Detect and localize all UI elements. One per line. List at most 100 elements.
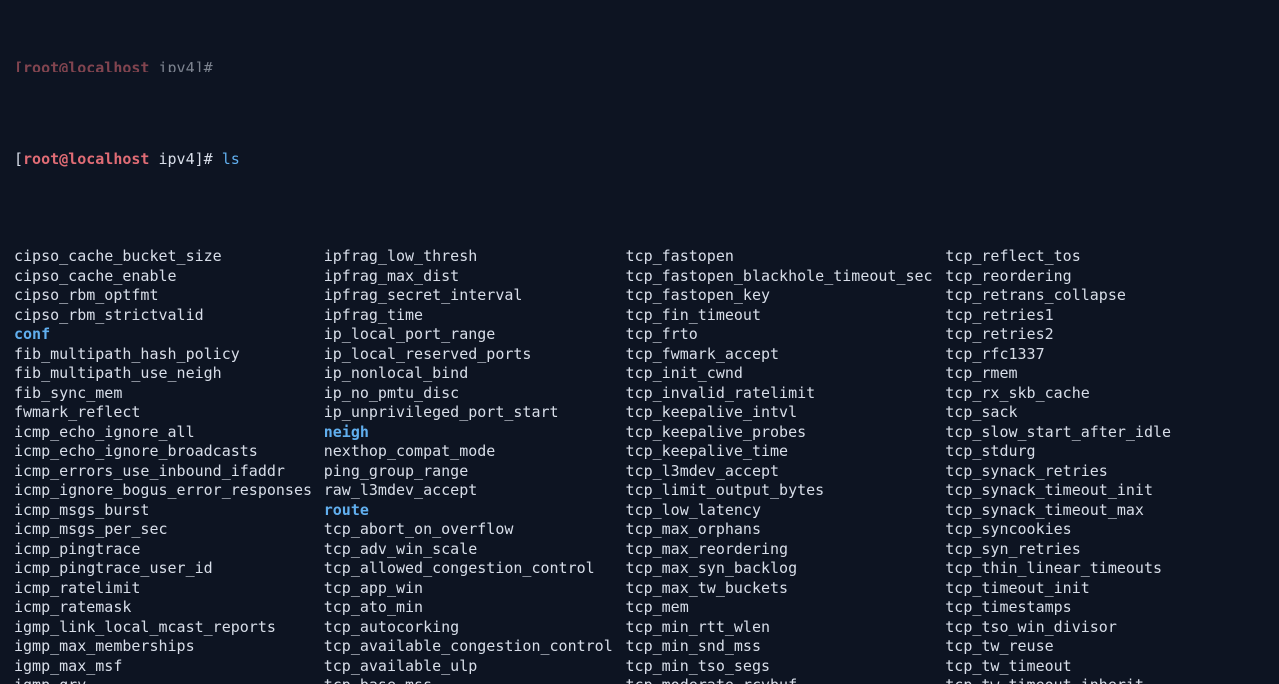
listing-row: igmp_qrvtcp_base_msstcp_moderate_rcvbuft… <box>14 676 1265 684</box>
file-entry: tcp_synack_timeout_max <box>945 501 1265 521</box>
file-entry: tcp_keepalive_time <box>626 442 946 462</box>
file-entry: icmp_ratelimit <box>14 579 324 599</box>
file-entry: ipfrag_max_dist <box>324 267 626 287</box>
file-entry: tcp_max_reordering <box>626 540 946 560</box>
file-entry: tcp_tso_win_divisor <box>945 618 1265 638</box>
file-entry: fib_multipath_use_neigh <box>14 364 324 384</box>
file-entry: icmp_errors_use_inbound_ifaddr <box>14 462 324 482</box>
file-entry: ip_unprivileged_port_start <box>324 403 626 423</box>
file-entry: icmp_echo_ignore_all <box>14 423 324 443</box>
file-entry: tcp_low_latency <box>626 501 946 521</box>
file-entry: tcp_reflect_tos <box>945 247 1265 267</box>
listing-row: icmp_echo_ignore_broadcastsnexthop_compa… <box>14 442 1265 462</box>
file-entry: ip_local_reserved_ports <box>324 345 626 365</box>
file-entry: cipso_rbm_optfmt <box>14 286 324 306</box>
listing-row: cipso_rbm_strictvalidipfrag_timetcp_fin_… <box>14 306 1265 326</box>
file-entry: tcp_mem <box>626 598 946 618</box>
file-entry: tcp_retries2 <box>945 325 1265 345</box>
file-entry: icmp_msgs_burst <box>14 501 324 521</box>
prompt-line: [root@localhost ipv4]# ls <box>14 150 1265 170</box>
file-entry: tcp_tw_timeout <box>945 657 1265 677</box>
listing-row: fib_sync_memip_no_pmtu_disctcp_invalid_r… <box>14 384 1265 404</box>
file-entry: tcp_slow_start_after_idle <box>945 423 1265 443</box>
file-entry: tcp_autocorking <box>324 618 626 638</box>
file-entry: ipfrag_time <box>324 306 626 326</box>
listing-row: cipso_cache_enableipfrag_max_disttcp_fas… <box>14 267 1265 287</box>
file-entry: icmp_echo_ignore_broadcasts <box>14 442 324 462</box>
file-entry: tcp_base_mss <box>324 676 626 684</box>
listing-row: igmp_max_msftcp_available_ulptcp_min_tso… <box>14 657 1265 677</box>
prompt-cwd: ipv4 <box>159 150 195 170</box>
listing-row: icmp_ratemasktcp_ato_mintcp_memtcp_times… <box>14 598 1265 618</box>
file-entry: tcp_fwmark_accept <box>626 345 946 365</box>
file-entry: tcp_keepalive_intvl <box>626 403 946 423</box>
file-entry: tcp_adv_win_scale <box>324 540 626 560</box>
file-entry: cipso_cache_bucket_size <box>14 247 324 267</box>
file-entry: tcp_timeout_init <box>945 579 1265 599</box>
listing-row: igmp_link_local_mcast_reportstcp_autocor… <box>14 618 1265 638</box>
file-entry: tcp_retries1 <box>945 306 1265 326</box>
directory-entry: neigh <box>324 423 626 443</box>
file-entry: tcp_ato_min <box>324 598 626 618</box>
terminal[interactable]: [root@localhost ipv4]# [root@localhost i… <box>0 0 1279 684</box>
file-entry: tcp_rfc1337 <box>945 345 1265 365</box>
prompt-host: localhost <box>68 150 149 170</box>
listing-row: icmp_msgs_burstroutetcp_low_latencytcp_s… <box>14 501 1265 521</box>
file-entry: cipso_cache_enable <box>14 267 324 287</box>
file-entry: tcp_l3mdev_accept <box>626 462 946 482</box>
file-entry: tcp_syncookies <box>945 520 1265 540</box>
listing-row: icmp_errors_use_inbound_ifaddrping_group… <box>14 462 1265 482</box>
prev-prompt-partial: [root@localhost ipv4]# <box>14 59 1265 72</box>
file-entry: tcp_stdurg <box>945 442 1265 462</box>
file-entry: tcp_thin_linear_timeouts <box>945 559 1265 579</box>
listing-row: fwmark_reflectip_unprivileged_port_start… <box>14 403 1265 423</box>
file-entry: tcp_rx_skb_cache <box>945 384 1265 404</box>
file-entry: tcp_abort_on_overflow <box>324 520 626 540</box>
ls-output: cipso_cache_bucket_sizeipfrag_low_thresh… <box>14 247 1265 684</box>
file-entry: tcp_fin_timeout <box>626 306 946 326</box>
file-entry: tcp_limit_output_bytes <box>626 481 946 501</box>
listing-row: fib_multipath_use_neighip_nonlocal_bindt… <box>14 364 1265 384</box>
prompt-command: ls <box>222 150 240 170</box>
file-entry: tcp_sack <box>945 403 1265 423</box>
listing-row: icmp_ratelimittcp_app_wintcp_max_tw_buck… <box>14 579 1265 599</box>
file-entry: tcp_available_congestion_control <box>324 637 626 657</box>
file-entry: fwmark_reflect <box>14 403 324 423</box>
file-entry: ipfrag_low_thresh <box>324 247 626 267</box>
file-entry: tcp_fastopen_key <box>626 286 946 306</box>
file-entry: tcp_allowed_congestion_control <box>324 559 626 579</box>
file-entry: ipfrag_secret_interval <box>324 286 626 306</box>
file-entry: ip_nonlocal_bind <box>324 364 626 384</box>
prompt-at: @ <box>59 150 68 170</box>
listing-row: igmp_max_membershipstcp_available_conges… <box>14 637 1265 657</box>
file-entry: igmp_qrv <box>14 676 324 684</box>
file-entry: igmp_max_memberships <box>14 637 324 657</box>
file-entry: tcp_available_ulp <box>324 657 626 677</box>
file-entry: tcp_init_cwnd <box>626 364 946 384</box>
file-entry: tcp_min_snd_mss <box>626 637 946 657</box>
file-entry: nexthop_compat_mode <box>324 442 626 462</box>
file-entry: cipso_rbm_strictvalid <box>14 306 324 326</box>
listing-row: confip_local_port_rangetcp_frtotcp_retri… <box>14 325 1265 345</box>
prompt-user: root <box>23 150 59 170</box>
file-entry: tcp_max_orphans <box>626 520 946 540</box>
listing-row: icmp_ignore_bogus_error_responsesraw_l3m… <box>14 481 1265 501</box>
listing-row: icmp_msgs_per_sectcp_abort_on_overflowtc… <box>14 520 1265 540</box>
directory-entry: conf <box>14 325 324 345</box>
file-entry: tcp_max_syn_backlog <box>626 559 946 579</box>
file-entry: tcp_syn_retries <box>945 540 1265 560</box>
prompt-bracket-close: ]# <box>195 150 213 170</box>
listing-row: fib_multipath_hash_policyip_local_reserv… <box>14 345 1265 365</box>
listing-row: cipso_rbm_optfmtipfrag_secret_intervaltc… <box>14 286 1265 306</box>
file-entry: tcp_fastopen_blackhole_timeout_sec <box>626 267 946 287</box>
file-entry: tcp_fastopen <box>626 247 946 267</box>
file-entry: icmp_msgs_per_sec <box>14 520 324 540</box>
file-entry: tcp_rmem <box>945 364 1265 384</box>
file-entry: tcp_timestamps <box>945 598 1265 618</box>
file-entry: tcp_min_tso_segs <box>626 657 946 677</box>
file-entry: tcp_retrans_collapse <box>945 286 1265 306</box>
file-entry: icmp_ignore_bogus_error_responses <box>14 481 324 501</box>
file-entry: fib_multipath_hash_policy <box>14 345 324 365</box>
file-entry: tcp_synack_timeout_init <box>945 481 1265 501</box>
file-entry: ping_group_range <box>324 462 626 482</box>
